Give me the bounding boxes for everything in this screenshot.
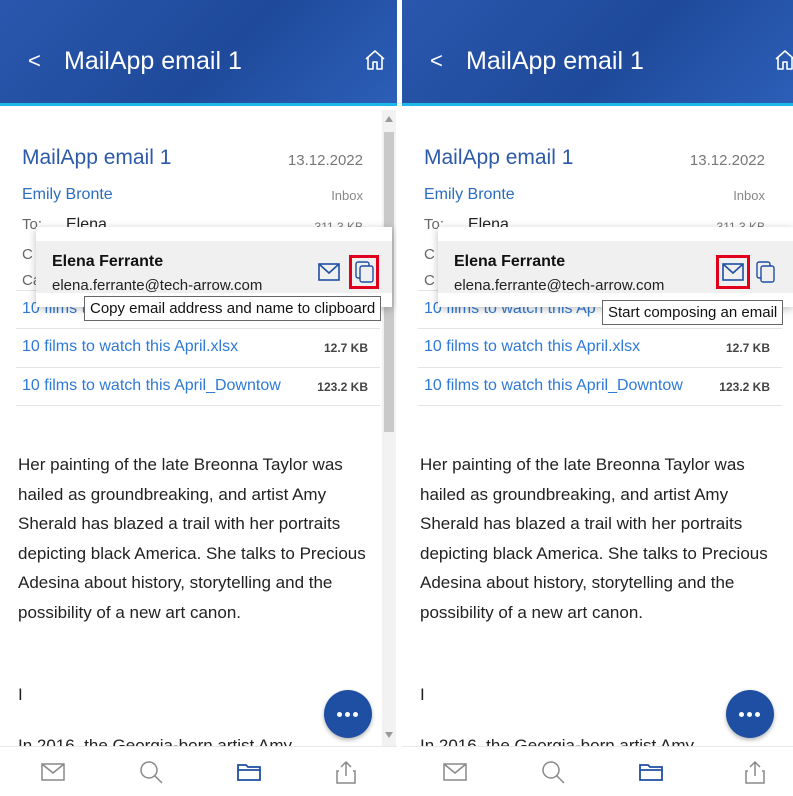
home-icon[interactable] [363,48,387,72]
mail-icon[interactable] [40,759,66,785]
attachment-size: 123.2 KB [317,380,368,394]
email-body: Her painting of the late Breonna Taylor … [420,450,780,656]
attachment-size: 123.2 KB [719,380,770,394]
email-body: Her painting of the late Breonna Taylor … [18,450,378,656]
copy-icon[interactable] [756,261,776,283]
dot-icon [337,712,342,717]
bottom-nav [402,746,793,796]
email-folder: Inbox [733,188,765,203]
back-button[interactable]: < [430,50,443,72]
email-date: 13.12.2022 [287,152,363,169]
more-actions-button[interactable] [726,690,774,738]
email-folder: Inbox [331,188,363,203]
email-view-panel-right: < MailApp email 1 MailApp email 1 13.12.… [402,0,793,796]
search-icon[interactable] [138,759,164,785]
mail-icon[interactable] [442,759,468,785]
share-icon[interactable] [742,759,768,785]
attachment-item[interactable]: 10 films to watch this April_Downtow 123… [418,367,782,406]
contact-name: Elena Ferrante [52,253,164,270]
contact-popup: Elena Ferrante elena.ferrante@tech-arrow… [438,227,793,307]
compose-email-icon[interactable] [318,263,340,281]
attachment-name[interactable]: 10 films to watch this April.xlsx [424,338,640,356]
more-actions-button[interactable] [324,690,372,738]
app-header: < MailApp email 1 [402,0,793,106]
tooltip: Start composing an email [602,300,784,325]
folder-icon[interactable] [638,759,664,785]
email-subject: MailApp email 1 [22,146,172,169]
app-header: < MailApp email 1 [0,0,397,106]
body-cut-line: In 2016, the Georgia-born artist Amy [420,736,695,746]
header-title: MailApp email 1 [64,47,242,75]
email-sender[interactable]: Emily Bronte [22,186,113,204]
dot-icon [747,712,752,717]
email-content[interactable]: MailApp email 1 13.12.2022 Emily Bronte … [402,110,783,746]
scroll-up-icon[interactable] [385,116,393,122]
dot-icon [345,712,350,717]
highlight-box [716,255,750,289]
dot-icon [755,712,760,717]
body-paragraph: Her painting of the late Breonna Taylor … [420,455,768,622]
cc-label: C [424,246,435,263]
email-date: 13.12.2022 [689,152,765,169]
header-title: MailApp email 1 [466,47,644,75]
email-view-panel-left: < MailApp email 1 MailApp email 1 13.12.… [0,0,397,796]
body-cut-line: In 2016, the Georgia-born artist Amy [18,736,293,746]
body-paragraph: Her painting of the late Breonna Taylor … [18,455,366,622]
attachment-name[interactable]: 10 films to watch this April_Downtow [424,377,683,395]
search-icon[interactable] [540,759,566,785]
email-content[interactable]: MailApp email 1 13.12.2022 Emily Bronte … [0,110,381,746]
email-subject: MailApp email 1 [424,146,574,169]
contact-popup: Elena Ferrante elena.ferrante@tech-arrow… [36,227,392,307]
attachment-item[interactable]: 10 films to watch this April.xlsx 12.7 K… [418,328,782,366]
folder-icon[interactable] [236,759,262,785]
attachment-name[interactable]: 10 films to watch this April_Downtow [22,377,281,395]
tooltip: Copy email address and name to clipboard [84,296,382,321]
highlight-box [349,255,379,289]
contact-name: Elena Ferrante [454,253,566,270]
attachment-size: 12.7 KB [323,341,368,355]
scroll-down-icon[interactable] [385,732,393,738]
contact-email: elena.ferrante@tech-arrow.com [454,277,665,294]
share-icon[interactable] [333,759,359,785]
attachments-label: C [424,272,435,289]
back-button[interactable]: < [28,50,41,72]
scrollbar[interactable] [382,110,396,746]
body-paragraph: I [18,685,23,704]
attachment-item[interactable]: 10 films to watch this April.xlsx 12.7 K… [16,328,380,366]
email-sender[interactable]: Emily Bronte [424,186,515,204]
dot-icon [353,712,358,717]
body-paragraph: I [420,685,425,704]
bottom-nav [0,746,397,796]
dot-icon [739,712,744,717]
cc-label: C [22,246,33,263]
attachment-size: 12.7 KB [725,341,770,355]
home-icon[interactable] [773,48,793,72]
contact-email: elena.ferrante@tech-arrow.com [52,277,263,294]
attachment-item[interactable]: 10 films to watch this April_Downtow 123… [16,367,380,406]
attachment-name[interactable]: 10 films to watch this April.xlsx [22,338,238,356]
